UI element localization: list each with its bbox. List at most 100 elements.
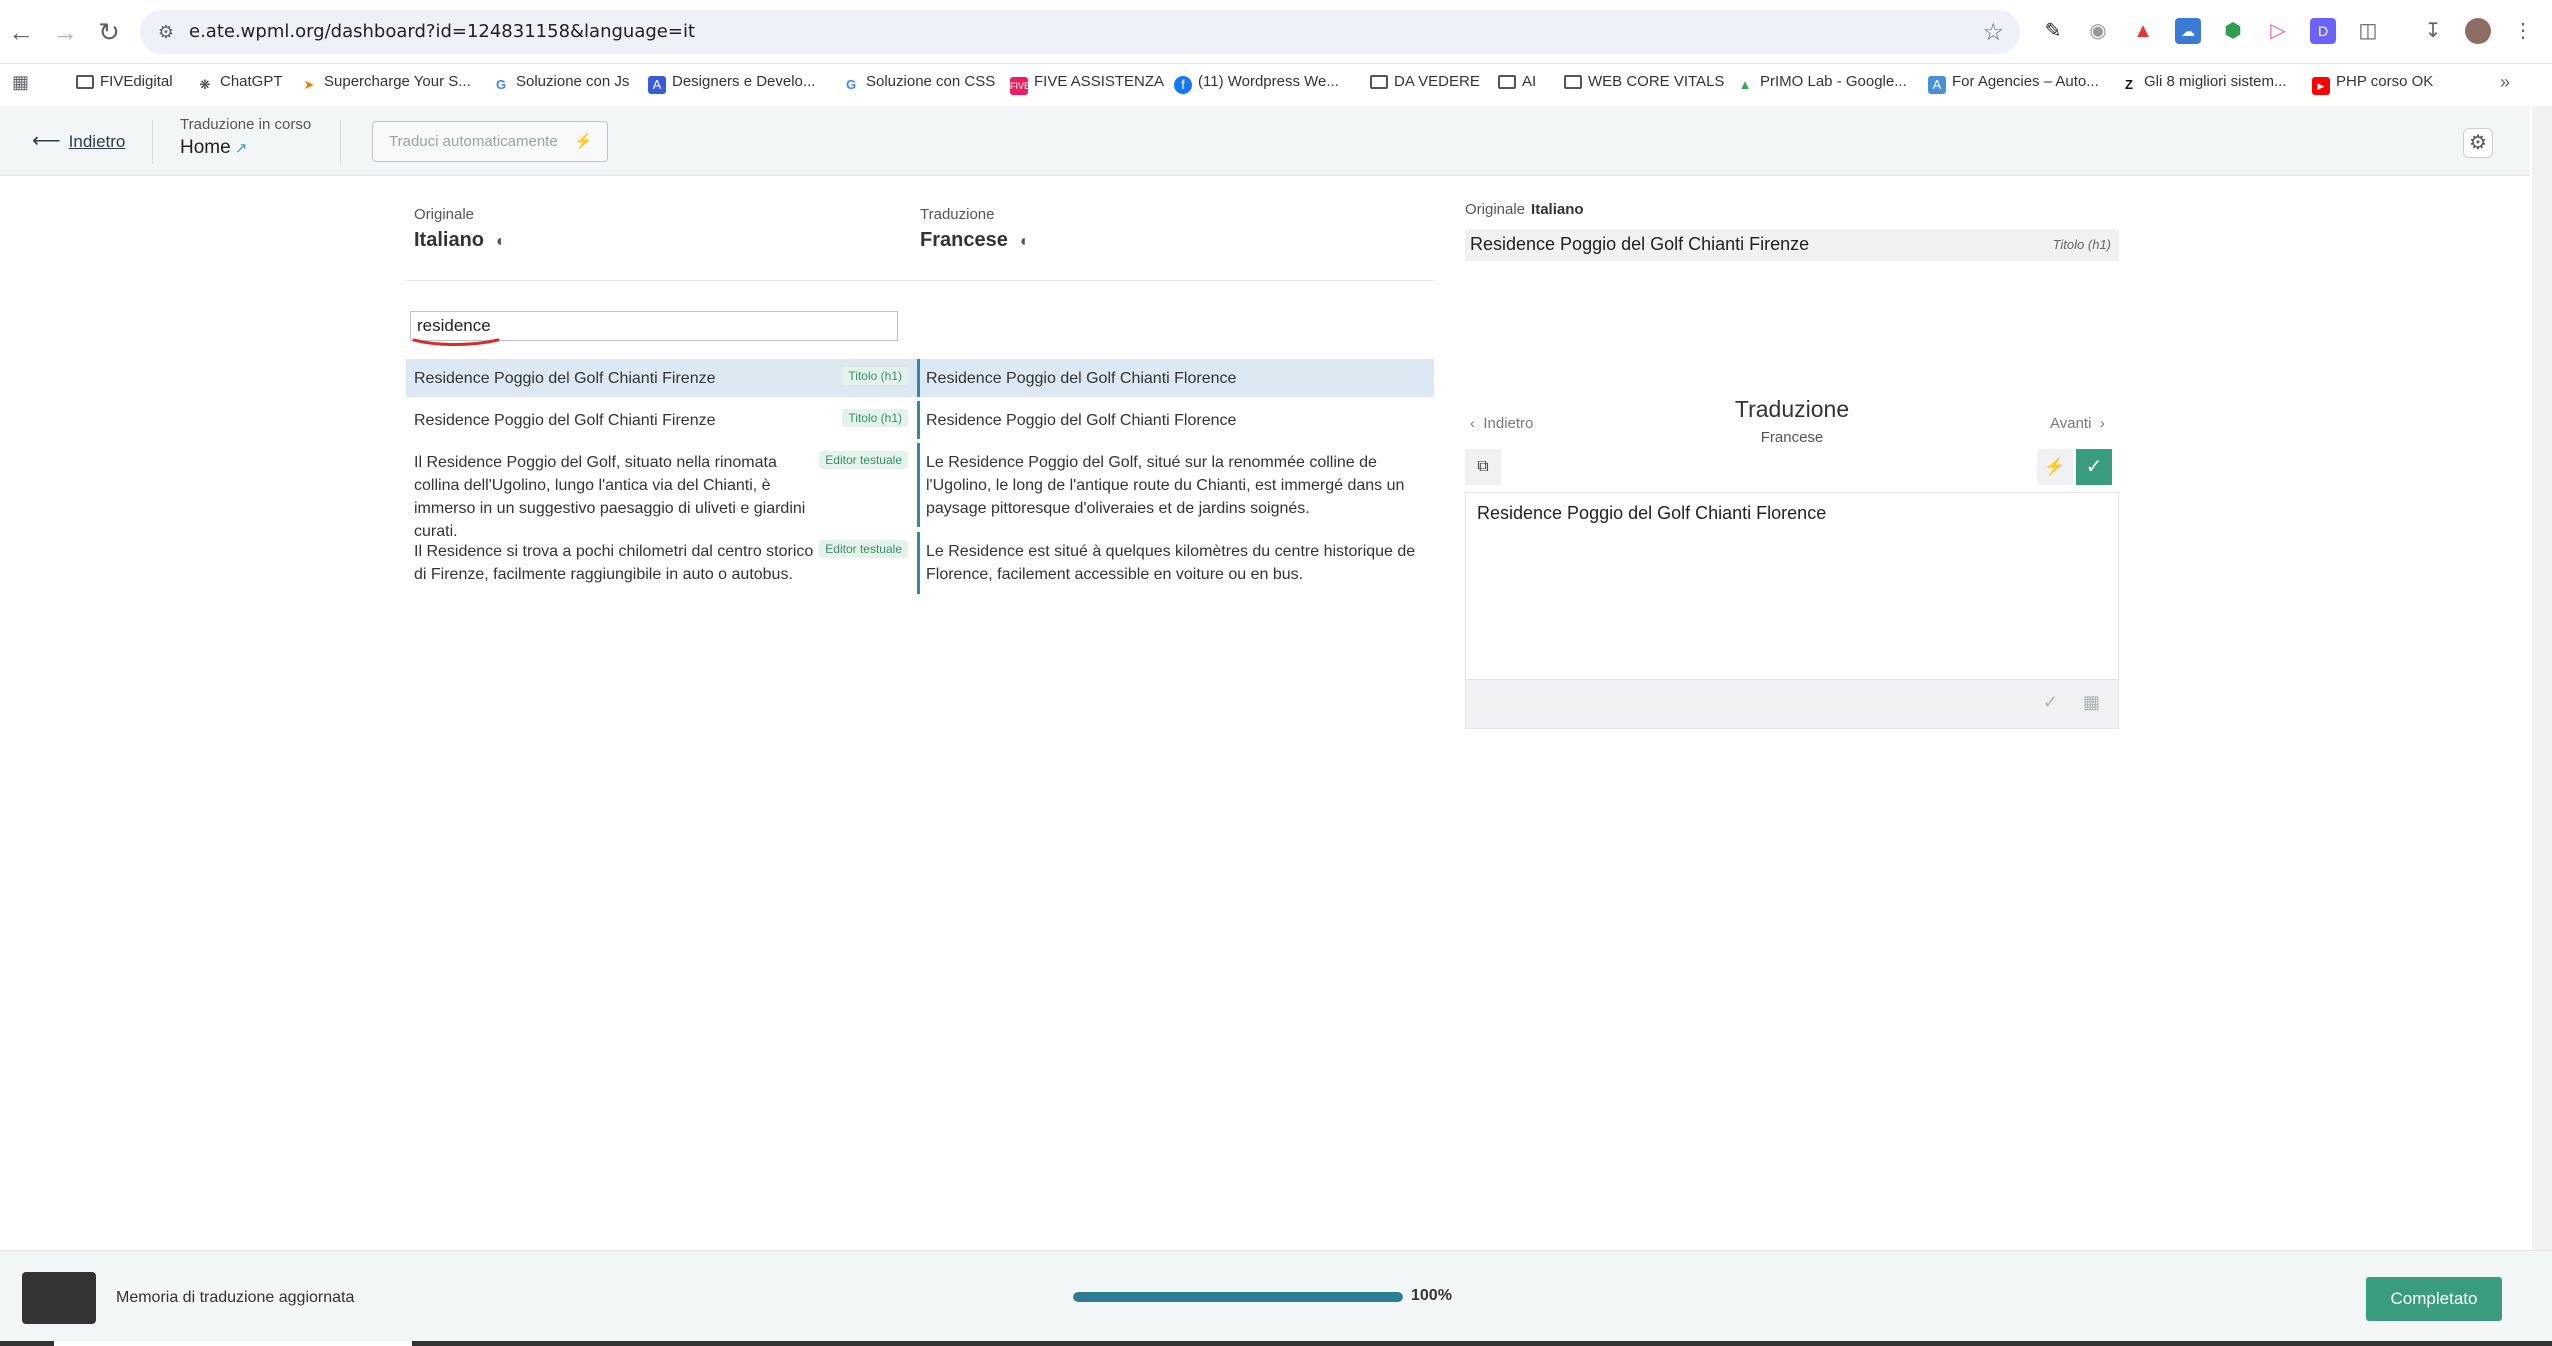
panel-original-caption: Originale: [1465, 201, 1526, 218]
bookmark-five-assistenza[interactable]: FIVE FIVE ASSISTENZA: [1010, 71, 1165, 95]
copy-original-button[interactable]: ⧉: [1465, 449, 1501, 485]
segment-translation[interactable]: Le Residence Poggio del Golf, situé sur …: [926, 451, 1426, 520]
segment-translation[interactable]: Residence Poggio del Golf Chianti Floren…: [926, 367, 1426, 390]
forward-arrow-icon[interactable]: →: [50, 17, 80, 47]
bookmark-php-corso[interactable]: ▶ PHP corso OK: [2312, 71, 2433, 95]
external-link-icon[interactable]: ↗: [235, 139, 248, 157]
editor-footer: ✓ ▦: [1465, 680, 2119, 729]
back-arrow-icon[interactable]: ←: [6, 17, 36, 47]
menu-dots-icon[interactable]: ⋮: [2510, 18, 2536, 44]
bookmark-star-icon[interactable]: ☆: [1982, 18, 2004, 47]
bookmark-supercharge[interactable]: ➤ Supercharge Your S...: [300, 71, 471, 93]
segment-row[interactable]: Residence Poggio del Golf Chianti Firenz…: [406, 359, 1434, 397]
bookmark-label: Gli 8 migliori sistem...: [2144, 73, 2287, 90]
divider: [406, 280, 1434, 281]
bookmark-for-agencies[interactable]: A For Agencies – Auto...: [1928, 71, 2099, 94]
segment-source: Residence Poggio del Golf Chianti Firenz…: [414, 370, 716, 387]
editor-toolbar: ⧉ ⚡ ✓: [1465, 449, 2119, 489]
bookmark-gli-8-migliori[interactable]: Z Gli 8 migliori sistem...: [2120, 71, 2287, 93]
bookmark-da-vedere[interactable]: DA VEDERE: [1370, 71, 1480, 93]
eyedropper-extension-icon[interactable]: ✎: [2040, 18, 2066, 44]
supercharge-icon: ➤: [303, 77, 315, 92]
bookmark-chatgpt[interactable]: ❋ ChatGPT: [196, 71, 283, 93]
bookmark-soluzione-js[interactable]: G Soluzione con Js: [492, 71, 629, 93]
bookmark-wordpress[interactable]: f (11) Wordpress We...: [1174, 71, 1339, 94]
arrow-left-icon: ⟵: [32, 130, 61, 152]
folder-icon: [1564, 75, 1582, 89]
confirm-translation-button[interactable]: ✓: [2076, 449, 2112, 485]
address-bar[interactable]: ⚙ e.ate.wpml.org/dashboard?id=124831158&…: [140, 10, 2020, 54]
bookmark-soluzione-css[interactable]: G Soluzione con CSS: [842, 71, 995, 93]
back-label: Indietro: [68, 132, 126, 151]
url-text[interactable]: e.ate.wpml.org/dashboard?id=124831158&la…: [189, 21, 695, 42]
eye-hide-icon[interactable]: ◐: [1020, 233, 1030, 250]
segment-translation[interactable]: Residence Poggio del Golf Chianti Floren…: [926, 409, 1426, 432]
divider: [917, 532, 920, 594]
translation-editor-text[interactable]: Residence Poggio del Golf Chianti Floren…: [1477, 503, 1826, 524]
check-icon: ✓: [2085, 456, 2103, 478]
d-extension-icon[interactable]: D: [2310, 18, 2336, 44]
warning-extension-icon[interactable]: ▲: [2130, 18, 2156, 44]
bookmark-label: FIVEdigital: [100, 73, 173, 90]
translation-editor[interactable]: Residence Poggio del Golf Chianti Floren…: [1465, 492, 2119, 680]
panel-title: Traduzione: [1734, 396, 1850, 422]
extensions-puzzle-icon[interactable]: ◫: [2355, 18, 2381, 44]
cloud-extension-icon[interactable]: ☁: [2175, 18, 2201, 44]
bookmark-ai[interactable]: AI: [1498, 71, 1536, 93]
bookmark-fivedigital[interactable]: FIVEdigital: [76, 71, 173, 93]
segment-type-badge: Titolo (h1): [842, 367, 908, 385]
bookmark-web-core-vitals[interactable]: WEB CORE VITALS: [1564, 71, 1724, 93]
back-link[interactable]: ⟵ Indietro: [32, 128, 125, 153]
bookmark-label: FIVE ASSISTENZA: [1034, 73, 1165, 90]
profile-avatar[interactable]: [2465, 18, 2491, 44]
google-icon: G: [495, 77, 507, 92]
divider: [917, 401, 920, 439]
segment-source: Residence Poggio del Golf Chianti Firenz…: [414, 412, 716, 429]
divider: [917, 443, 920, 527]
auto-translate-label: Traduci automaticamente: [389, 133, 558, 150]
progress-percent: 100%: [1411, 1287, 1452, 1304]
copy-icon: ⧉: [1477, 458, 1489, 475]
panel-original-tag: Titolo (h1): [2052, 237, 2111, 252]
machine-translate-button[interactable]: ⚡: [2037, 449, 2073, 485]
site-settings-icon[interactable]: ⚙: [154, 20, 178, 44]
bookmark-label: (11) Wordpress We...: [1198, 73, 1339, 90]
lightning-icon: ⚡: [574, 133, 593, 150]
bookmark-label: ChatGPT: [220, 73, 283, 90]
bookmark-label: Soluzione con Js: [516, 73, 630, 90]
translation-language-row: Francese ◐: [920, 229, 1030, 252]
download-icon[interactable]: ↧: [2420, 18, 2446, 44]
settings-gear-icon[interactable]: ⚙: [2463, 128, 2493, 158]
original-caption: Originale: [414, 206, 475, 223]
spellcheck-icon[interactable]: ✓: [2043, 692, 2058, 713]
next-segment-button[interactable]: Avanti ›: [2050, 415, 2105, 432]
hex-extension-icon[interactable]: ⬢: [2220, 18, 2246, 44]
segment-row[interactable]: Residence Poggio del Golf Chianti Firenz…: [406, 401, 1434, 439]
page-scrollbar[interactable]: [2532, 106, 2552, 1250]
play-extension-icon[interactable]: ▷: [2265, 18, 2291, 44]
segment-row[interactable]: Il Residence Poggio del Golf, situato ne…: [406, 443, 1434, 540]
eye-hide-icon[interactable]: ◐: [496, 233, 506, 250]
reload-icon[interactable]: ↻: [94, 17, 124, 47]
divider: [917, 359, 920, 397]
segment-source: Il Residence si trova a pochi chilometri…: [414, 543, 814, 583]
next-label: Avanti: [2050, 415, 2092, 432]
apps-grid-icon[interactable]: ▦: [12, 71, 29, 93]
bookmark-label: WEB CORE VITALS: [1588, 73, 1725, 90]
segment-type-badge: Editor testuale: [819, 540, 908, 558]
camera-extension-icon[interactable]: ◉: [2085, 18, 2111, 44]
bookmark-designers[interactable]: A Designers e Develo...: [648, 71, 816, 94]
segment-row[interactable]: Il Residence si trova a pochi chilometri…: [406, 532, 1434, 594]
drive-icon: ▲: [1738, 77, 1752, 92]
segment-translation[interactable]: Le Residence est situé à quelques kilomè…: [926, 540, 1426, 586]
folder-icon: [1498, 75, 1516, 89]
complete-button[interactable]: Completato: [2366, 1277, 2502, 1321]
page-title-link[interactable]: Home ↗: [180, 137, 247, 159]
more-bookmarks-icon[interactable]: »: [2500, 71, 2510, 93]
bookmark-label: Designers e Develo...: [672, 73, 816, 90]
auto-translate-button[interactable]: Traduci automaticamente ⚡: [372, 121, 608, 162]
format-icon[interactable]: ▦: [2083, 692, 2100, 713]
bookmark-label: DA VEDERE: [1394, 73, 1480, 90]
panel-subtitle: Francese: [1760, 429, 1824, 446]
bookmark-primo-lab[interactable]: ▲ PrIMO Lab - Google...: [1736, 71, 1907, 93]
